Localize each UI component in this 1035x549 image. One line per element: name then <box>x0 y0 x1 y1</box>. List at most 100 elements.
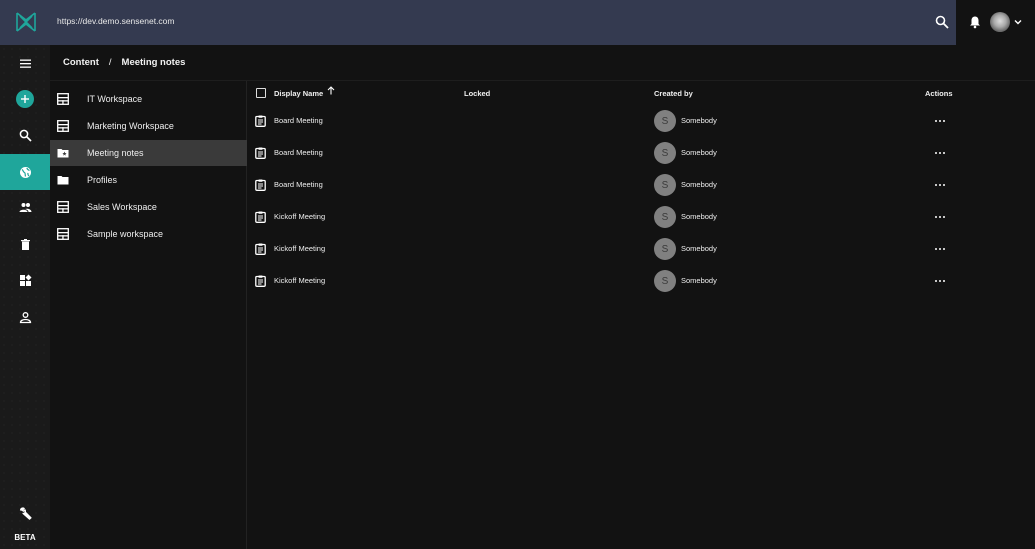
sort-ascending-icon[interactable] <box>327 86 335 95</box>
breadcrumb: Content / Meeting notes <box>63 57 185 68</box>
rail-profile-button[interactable] <box>0 299 50 335</box>
tree-item-label: Sales Workspace <box>87 202 157 212</box>
more-horizontal-icon <box>935 151 945 155</box>
search-icon <box>19 129 32 142</box>
chevron-down-icon[interactable] <box>1013 17 1023 27</box>
document-icon <box>255 147 266 159</box>
people-icon <box>19 202 31 212</box>
table-row[interactable]: Board Meeting S Somebody <box>247 169 1035 201</box>
creator-avatar: S <box>654 110 676 132</box>
add-button[interactable] <box>0 81 50 117</box>
url-bar: https://dev.demo.sensenet.com <box>0 0 956 45</box>
row-actions-button[interactable] <box>933 242 947 256</box>
rail-users-button[interactable] <box>0 189 50 225</box>
plus-icon <box>21 95 29 103</box>
row-display-name[interactable]: Board Meeting <box>274 180 323 189</box>
navigation-rail: BETA <box>0 45 50 549</box>
creator-avatar: S <box>654 270 676 292</box>
sensenet-logo-icon[interactable] <box>16 12 36 32</box>
row-created-by: Somebody <box>681 180 717 189</box>
row-created-by: Somebody <box>681 148 717 157</box>
trash-icon <box>20 238 30 250</box>
breadcrumb-item-meeting-notes[interactable]: Meeting notes <box>122 57 186 68</box>
bell-icon[interactable] <box>968 15 982 29</box>
row-created-by: Somebody <box>681 276 717 285</box>
creator-avatar: S <box>654 206 676 228</box>
rail-trash-button[interactable] <box>0 226 50 262</box>
tree-item-label: Profiles <box>87 175 118 185</box>
tree-item-sample-workspace[interactable]: Sample workspace <box>50 221 247 247</box>
table-row[interactable]: Board Meeting S Somebody <box>247 105 1035 137</box>
table-row[interactable]: Kickoff Meeting S Somebody <box>247 233 1035 265</box>
tree-item-marketing-workspace[interactable]: Marketing Workspace <box>50 113 247 139</box>
search-icon[interactable] <box>935 15 949 29</box>
special-folder-icon <box>57 149 69 158</box>
folder-icon <box>57 176 69 185</box>
row-created-by: Somebody <box>681 212 717 221</box>
row-display-name[interactable]: Kickoff Meeting <box>274 244 325 253</box>
creator-avatar: S <box>654 238 676 260</box>
row-actions-button[interactable] <box>933 210 947 224</box>
column-created-by[interactable]: Created by <box>654 89 693 98</box>
creator-avatar: S <box>654 174 676 196</box>
widgets-icon <box>19 274 31 286</box>
content-tree: IT Workspace Marketing Workspace Meeting… <box>50 81 247 549</box>
tree-item-label: Sample workspace <box>87 229 164 239</box>
breadcrumb-bar: Content / Meeting notes <box>50 45 1035 81</box>
workspace-icon <box>57 201 69 213</box>
row-actions-button[interactable] <box>933 178 947 192</box>
tree-item-meeting-notes[interactable]: Meeting notes <box>50 140 247 166</box>
tree-item-sales-workspace[interactable]: Sales Workspace <box>50 194 247 220</box>
more-horizontal-icon <box>935 247 945 251</box>
workspace-icon <box>57 93 69 105</box>
tree-item-label: IT Workspace <box>87 94 143 104</box>
select-all-checkbox[interactable] <box>256 88 266 98</box>
add-fab[interactable] <box>16 90 34 108</box>
beta-label: BETA <box>14 533 36 542</box>
user-avatar[interactable] <box>990 12 1010 32</box>
more-horizontal-icon <box>935 279 945 283</box>
tree-item-label: Meeting notes <box>87 148 144 158</box>
document-icon <box>255 275 266 287</box>
rail-content-button[interactable] <box>0 154 50 190</box>
rail-settings-button[interactable] <box>0 495 50 531</box>
tree-item-profiles[interactable]: Profiles <box>50 167 247 193</box>
document-icon <box>255 179 266 191</box>
tree-item-it-workspace[interactable]: IT Workspace <box>50 86 247 112</box>
table-row[interactable]: Kickoff Meeting S Somebody <box>247 265 1035 297</box>
menu-toggle-button[interactable] <box>0 45 50 81</box>
user-area <box>956 0 1035 45</box>
globe-icon <box>19 166 31 178</box>
more-horizontal-icon <box>935 183 945 187</box>
hamburger-icon <box>19 59 31 68</box>
row-display-name[interactable]: Board Meeting <box>274 148 323 157</box>
row-actions-button[interactable] <box>933 146 947 160</box>
rail-content-types-button[interactable] <box>0 262 50 298</box>
more-horizontal-icon <box>935 215 945 219</box>
column-display-name[interactable]: Display Name <box>274 89 323 98</box>
row-actions-button[interactable] <box>933 114 947 128</box>
content-grid: Display Name Locked Created by Actions B… <box>247 81 1035 549</box>
tree-item-label: Marketing Workspace <box>87 121 174 131</box>
row-display-name[interactable]: Kickoff Meeting <box>274 276 325 285</box>
document-icon <box>255 243 266 255</box>
table-row[interactable]: Kickoff Meeting S Somebody <box>247 201 1035 233</box>
row-display-name[interactable]: Board Meeting <box>274 116 323 125</box>
breadcrumb-item-content[interactable]: Content <box>63 57 99 68</box>
more-horizontal-icon <box>935 119 945 123</box>
wrench-icon <box>19 506 32 520</box>
repository-url: https://dev.demo.sensenet.com <box>57 16 175 26</box>
column-locked[interactable]: Locked <box>464 89 490 98</box>
row-actions-button[interactable] <box>933 274 947 288</box>
breadcrumb-separator: / <box>108 57 112 68</box>
table-row[interactable]: Board Meeting S Somebody <box>247 137 1035 169</box>
workspace-icon <box>57 120 69 132</box>
document-icon <box>255 115 266 127</box>
rail-search-button[interactable] <box>0 117 50 153</box>
person-icon <box>19 311 31 323</box>
document-icon <box>255 211 266 223</box>
row-created-by: Somebody <box>681 244 717 253</box>
grid-header: Display Name Locked Created by Actions <box>247 81 1035 105</box>
row-display-name[interactable]: Kickoff Meeting <box>274 212 325 221</box>
row-created-by: Somebody <box>681 116 717 125</box>
